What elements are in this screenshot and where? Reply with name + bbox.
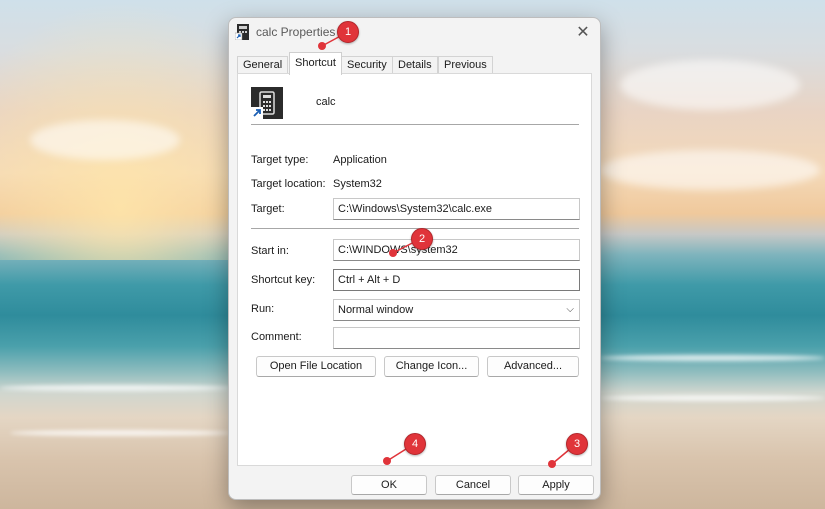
annotation-marker-2: 2 xyxy=(411,228,433,250)
annotation-dot-4 xyxy=(383,457,391,465)
annotation-dot-3 xyxy=(548,460,556,468)
annotation-marker-1: 1 xyxy=(337,21,359,43)
annotation-marker-4: 4 xyxy=(404,433,426,455)
annotation-dot-2 xyxy=(389,249,397,257)
annotation-dot-1 xyxy=(318,42,326,50)
annotation-marker-3: 3 xyxy=(566,433,588,455)
